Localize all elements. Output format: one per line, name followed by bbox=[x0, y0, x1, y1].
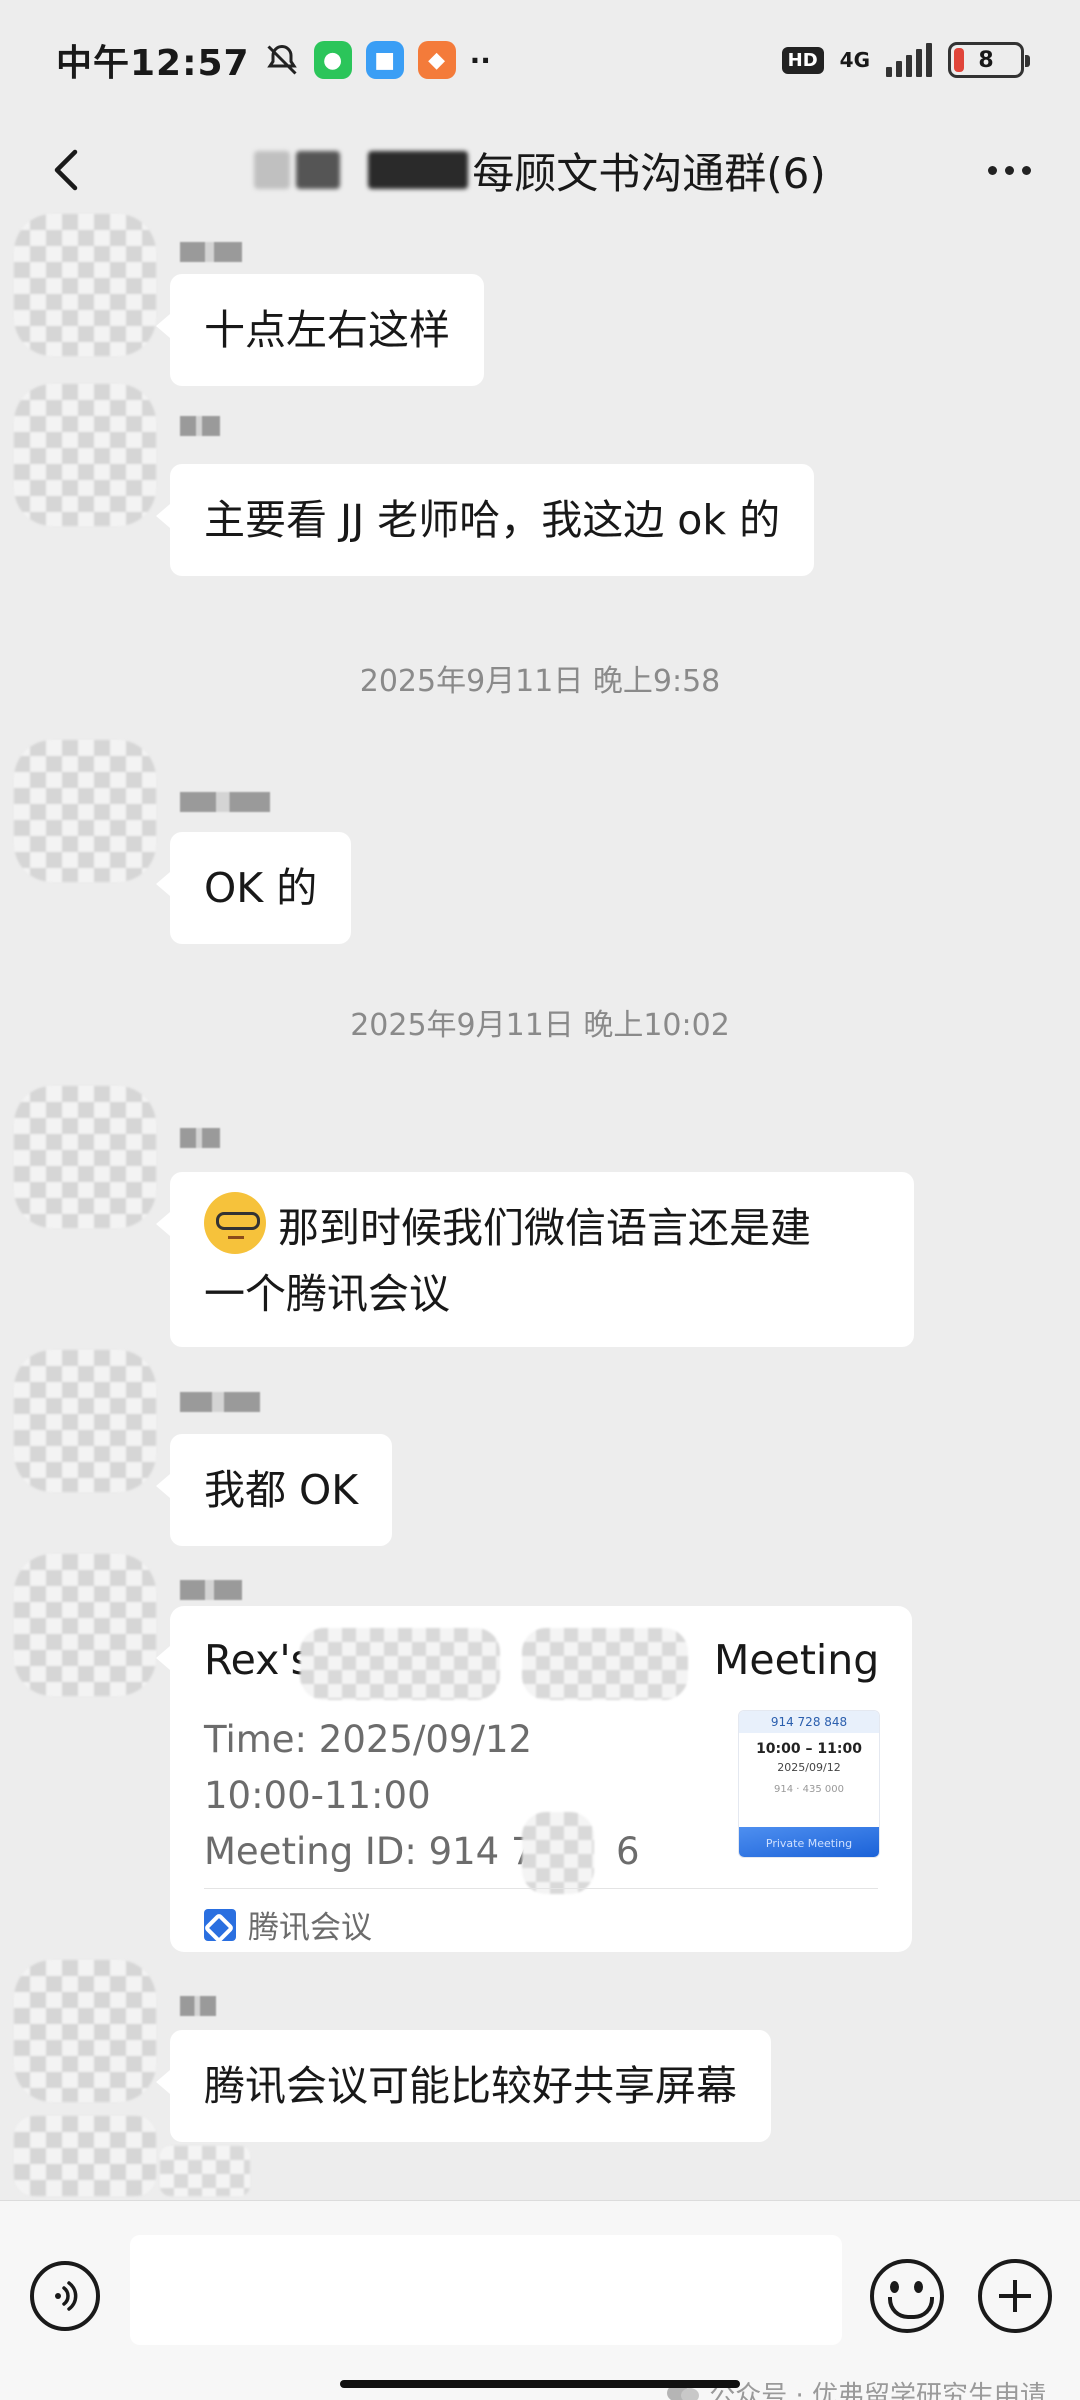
meeting-card[interactable]: Rex's Meeting Time: 2025/09/12 10:00-11:… bbox=[156, 1606, 912, 1952]
system-status: HD 4G 8 bbox=[781, 42, 1030, 78]
meeting-id-text: Meeting ID: 914 72 bbox=[204, 1830, 559, 1873]
message-text: 主要看 JJ 老师哈，我这边 ok 的 bbox=[204, 496, 781, 544]
group-title: 每顾文书沟通群(6) bbox=[472, 148, 826, 198]
redacted-block bbox=[160, 2146, 250, 2196]
thumb-label: Private Meeting bbox=[739, 1827, 879, 1857]
message-bubble[interactable]: 我都 OK bbox=[155, 1434, 393, 1546]
message-bubble[interactable]: 十点左右这样 bbox=[156, 274, 484, 386]
redacted-block bbox=[522, 1812, 594, 1894]
sender-name bbox=[180, 1996, 216, 2016]
sender-name bbox=[180, 1580, 242, 1600]
status-bar: 中午12:57 ● ■ ◆ ·· HD 4G 8 bbox=[0, 0, 1080, 120]
notification-icons: ● ■ ◆ ·· bbox=[264, 41, 491, 79]
voice-button[interactable] bbox=[30, 2261, 100, 2331]
thumb-date: 2025/09/12 bbox=[777, 1761, 841, 1774]
avatar[interactable] bbox=[14, 1554, 156, 1696]
home-indicator[interactable] bbox=[340, 2380, 740, 2388]
message-bubble[interactable]: 那到时候我们微信语言还是建 一个腾讯会议 bbox=[156, 1172, 914, 1347]
redacted-block bbox=[300, 1628, 500, 1700]
message-text-line2: 一个腾讯会议 bbox=[204, 1270, 450, 1318]
message-bubble[interactable]: 主要看 JJ 老师哈，我这边 ok 的 bbox=[155, 464, 815, 576]
timestamp: 2025年9月11日 晚上9:58 bbox=[359, 664, 721, 699]
sender-name bbox=[180, 416, 220, 436]
watermark-text: 公众号 · 优弗留学研究生申请 bbox=[709, 2381, 1046, 2400]
redacted-block bbox=[296, 151, 341, 189]
avatar[interactable] bbox=[14, 384, 156, 526]
message-text: 十点左右这样 bbox=[204, 306, 450, 354]
thumb-id: 914 728 848 bbox=[739, 1711, 879, 1733]
meeting-thumbnail: 914 728 848 10:00 – 11:00 2025/09/12 914… bbox=[738, 1710, 880, 1858]
meeting-id-end: 6 bbox=[616, 1830, 640, 1873]
app-name: 腾讯会议 bbox=[248, 1910, 372, 1946]
signal-icon bbox=[886, 43, 932, 77]
message-input[interactable] bbox=[130, 2235, 842, 2345]
divider bbox=[204, 1888, 878, 1889]
more-button[interactable] bbox=[974, 140, 1044, 200]
meeting-title-start: Rex's bbox=[204, 1636, 313, 1684]
wechat-icon: ● bbox=[313, 41, 352, 79]
timestamp: 2025年9月11日 晚上10:02 bbox=[350, 1008, 730, 1043]
message-bubble[interactable]: OK 的 bbox=[155, 832, 352, 944]
redacted-block bbox=[254, 151, 291, 189]
chat-title: 每顾文书沟通群(6) bbox=[0, 120, 1080, 220]
more-indicator: ·· bbox=[469, 43, 491, 77]
avatar[interactable] bbox=[14, 1086, 156, 1228]
app-icon: ■ bbox=[365, 41, 404, 79]
avatar[interactable] bbox=[14, 1960, 156, 2102]
status-time: 中午12:57 bbox=[56, 43, 250, 84]
tencent-meeting-icon bbox=[204, 1908, 236, 1941]
message-text-line1: 那到时候我们微信语言还是建 bbox=[278, 1204, 811, 1252]
meeting-title: Rex's Meeting bbox=[204, 1636, 879, 1684]
taobao-icon: ◆ bbox=[417, 41, 456, 79]
plus-button[interactable] bbox=[978, 2259, 1052, 2333]
message-text: 腾讯会议可能比较好共享屏幕 bbox=[204, 2062, 737, 2110]
network-label: 4G bbox=[839, 48, 870, 72]
hd-badge: HD bbox=[781, 46, 824, 74]
avatar[interactable] bbox=[14, 740, 156, 882]
avatar[interactable] bbox=[14, 1350, 156, 1492]
avatar[interactable] bbox=[14, 2116, 156, 2196]
battery-level: 8 bbox=[978, 47, 994, 73]
meeting-time: Time: 2025/09/12 bbox=[204, 1718, 533, 1761]
message-text: OK 的 bbox=[204, 864, 318, 912]
meeting-title-end: Meeting bbox=[714, 1636, 880, 1684]
sender-name bbox=[180, 792, 270, 812]
message-text: 我都 OK bbox=[204, 1466, 359, 1514]
voice-icon bbox=[55, 2281, 78, 2311]
thumb-id-blur: 914 · 435 000 bbox=[774, 1784, 844, 1795]
battery-icon: 8 bbox=[948, 42, 1030, 78]
redacted-block bbox=[522, 1628, 688, 1700]
thumb-time: 10:00 – 11:00 bbox=[756, 1741, 862, 1757]
redacted-block bbox=[368, 151, 469, 189]
sender-name bbox=[180, 242, 242, 262]
input-bar bbox=[0, 2200, 1080, 2400]
chat-header: 每顾文书沟通群(6) bbox=[0, 120, 1080, 220]
bell-off-icon bbox=[266, 44, 297, 75]
sender-name bbox=[180, 1128, 220, 1148]
message-bubble[interactable]: 腾讯会议可能比较好共享屏幕 bbox=[156, 2030, 771, 2142]
card-footer: 腾讯会议 bbox=[204, 1902, 372, 1947]
avatar[interactable] bbox=[14, 214, 156, 356]
sender-name bbox=[180, 1392, 260, 1412]
message-list[interactable]: 十点左右这样 主要看 JJ 老师哈，我这边 ok 的 2025年9月11日 晚上… bbox=[0, 214, 1080, 2200]
emoji-button[interactable] bbox=[870, 2259, 944, 2333]
nerd-face-emoji bbox=[204, 1192, 266, 1254]
meeting-time-range: 10:00-11:00 bbox=[204, 1774, 431, 1817]
